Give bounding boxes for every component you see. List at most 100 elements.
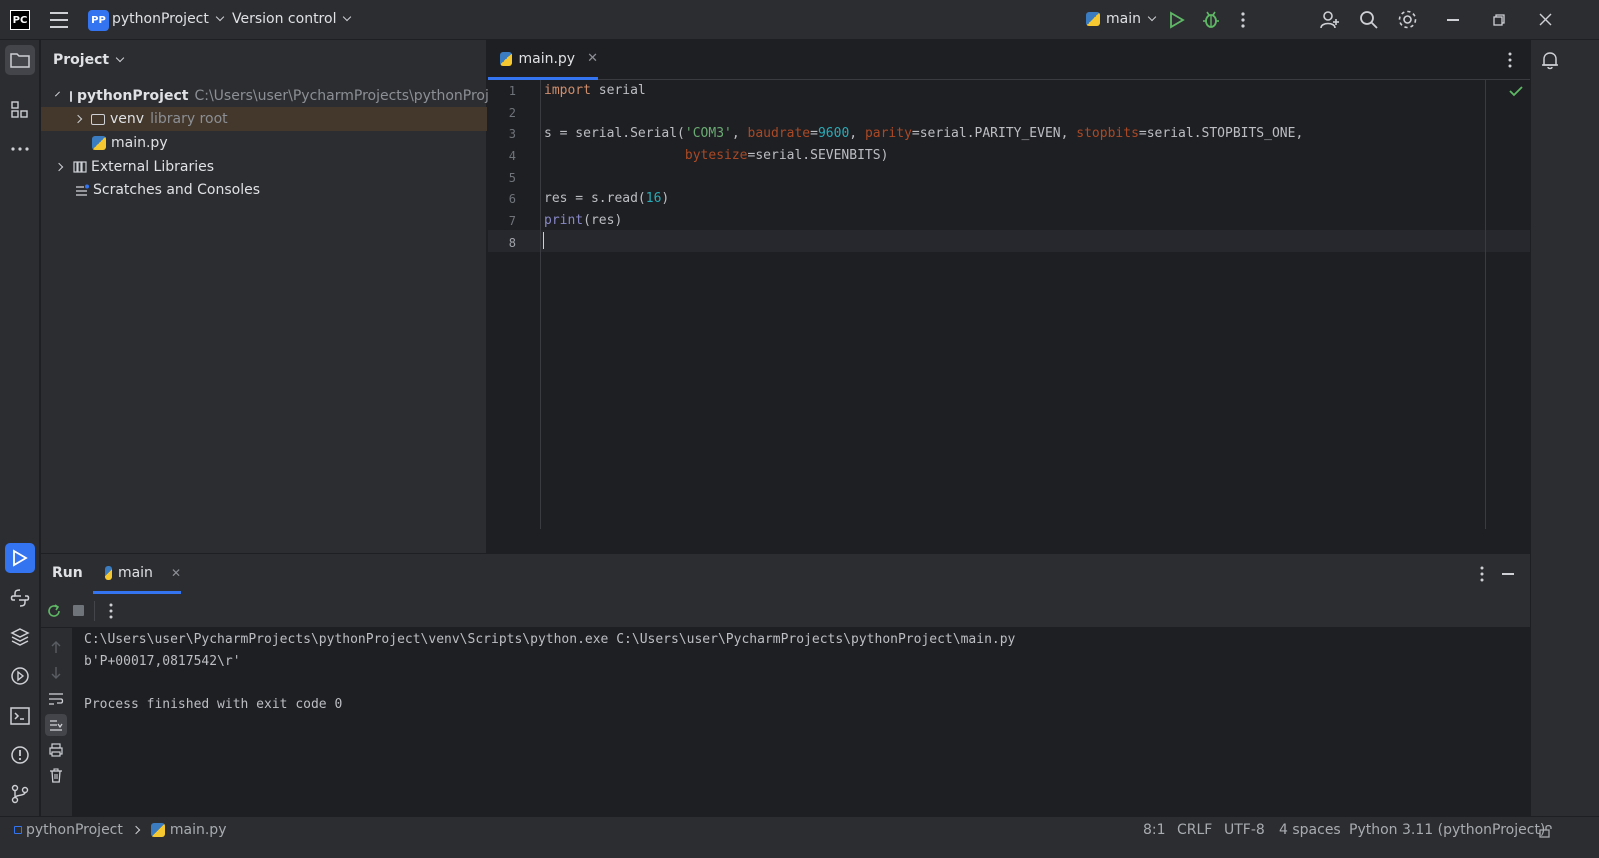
tab-label: main.py	[518, 50, 576, 67]
gear-icon[interactable]	[1397, 9, 1418, 30]
line-number: 1	[508, 84, 516, 98]
chevron-right-icon	[73, 114, 83, 124]
python-icon	[1086, 12, 1100, 26]
run-more-icon[interactable]	[1479, 566, 1485, 582]
caret-position[interactable]: 8:1	[1143, 822, 1166, 838]
text-cursor	[543, 232, 544, 249]
terminal-button[interactable]	[5, 701, 35, 731]
run-config-selector[interactable]: main	[1086, 11, 1157, 27]
left-tool-strip	[0, 40, 40, 816]
notifications-bell-icon[interactable]	[1540, 50, 1560, 70]
file-encoding[interactable]: UTF-8	[1224, 822, 1265, 838]
add-user-icon[interactable]	[1320, 10, 1340, 30]
chevron-down-icon	[343, 12, 352, 22]
python-file-icon	[500, 51, 513, 66]
run-button[interactable]	[1169, 11, 1185, 29]
console-line: b'P+00017,0817542\r'	[84, 654, 241, 669]
project-tool-button[interactable]	[5, 45, 35, 75]
project-badge: PP	[88, 10, 109, 31]
stop-icon[interactable]	[73, 605, 84, 616]
editor-more-icon[interactable]	[1507, 52, 1513, 68]
tree-item-external-libraries[interactable]: External Libraries	[41, 155, 487, 179]
line-number: 2	[508, 106, 516, 120]
tree-item-main-py[interactable]: main.py	[41, 131, 487, 155]
line-number: 7	[508, 214, 516, 228]
restore-icon[interactable]	[1493, 14, 1505, 26]
more-actions-icon[interactable]	[1240, 12, 1246, 28]
git-button[interactable]	[5, 779, 35, 809]
status-bar: pythonProject main.py 8:1 CRLF UTF-8 4 s…	[0, 816, 1599, 858]
tab-run-main[interactable]: main ✕	[93, 554, 181, 594]
vcs-label: Version control	[232, 11, 337, 27]
line-number-gutter: 1 2 3 4 5 6 7 8	[488, 80, 541, 529]
layers-icon	[10, 628, 30, 646]
tree-item-label: main.py	[111, 135, 168, 151]
problems-icon	[11, 746, 29, 764]
minimize-icon[interactable]	[1447, 19, 1459, 21]
tree-item-pythonproject[interactable]: pythonProject C:\Users\user\PycharmProje…	[41, 84, 511, 108]
tree-item-scratches[interactable]: Scratches and Consoles	[41, 178, 487, 202]
main-menu-icon[interactable]	[50, 12, 68, 28]
breadcrumb-project[interactable]: pythonProject	[26, 822, 123, 838]
tab-main-py[interactable]: main.py ✕	[488, 40, 598, 80]
search-icon[interactable]	[1359, 10, 1379, 30]
breadcrumb-file[interactable]: main.py	[170, 822, 227, 838]
code-line-3: s = serial.Serial('COM3', baudrate=9600,…	[544, 126, 1304, 141]
more-tools-icon[interactable]	[5, 134, 35, 164]
right-margin-guide	[1485, 80, 1486, 529]
project-selector[interactable]: pythonProject	[112, 11, 225, 27]
run-panel: Run main ✕ C:\Users\user\PycharmProjects…	[41, 553, 1530, 817]
trash-icon[interactable]	[49, 768, 63, 783]
interpreter[interactable]: Python 3.11 (pythonProject)	[1349, 822, 1545, 838]
run-toolbar-more-icon[interactable]	[108, 603, 114, 619]
vcs-selector[interactable]: Version control	[232, 11, 352, 27]
python-file-icon	[150, 823, 165, 837]
tree-item-label: Scratches and Consoles	[93, 182, 260, 198]
debug-button[interactable]	[1202, 10, 1220, 30]
python-console-icon	[10, 589, 30, 607]
console-output[interactable]: C:\Users\user\PycharmProjects\pythonProj…	[72, 628, 1530, 817]
problems-button[interactable]	[5, 740, 35, 770]
git-branch-icon	[11, 784, 29, 804]
right-tool-strip	[1530, 40, 1599, 816]
editor-tab-bar: main.py ✕	[488, 40, 1530, 80]
indent-setting[interactable]: 4 spaces	[1279, 822, 1341, 838]
project-name: pythonProject	[112, 11, 209, 27]
project-panel-title: Project	[53, 52, 110, 68]
tree-item-hint: library root	[150, 111, 228, 127]
scroll-to-end-icon	[50, 720, 63, 731]
services-button[interactable]	[5, 661, 35, 691]
python-console-button[interactable]	[5, 583, 35, 613]
chevron-down-icon	[55, 91, 60, 97]
terminal-icon	[10, 707, 30, 725]
library-icon	[73, 161, 87, 173]
console-line: C:\Users\user\PycharmProjects\pythonProj…	[84, 632, 1016, 647]
rerun-icon[interactable]	[46, 603, 62, 619]
run-panel-title: Run	[52, 565, 83, 581]
inspection-ok-icon[interactable]	[1509, 85, 1523, 97]
services-icon	[11, 667, 29, 685]
scroll-to-end-button[interactable]	[45, 714, 67, 736]
scroll-up-icon[interactable]	[50, 640, 62, 654]
close-tab-icon[interactable]: ✕	[587, 51, 598, 66]
folder-icon	[70, 90, 72, 102]
chevron-down-icon	[215, 12, 225, 22]
close-icon[interactable]	[1539, 13, 1552, 26]
line-ending[interactable]: CRLF	[1177, 822, 1212, 838]
code-line-4: bytesize=serial.SEVENBITS)	[684, 148, 889, 163]
run-tool-button[interactable]	[5, 543, 35, 573]
scroll-down-icon[interactable]	[50, 666, 62, 680]
structure-tool-button[interactable]	[5, 95, 35, 125]
lock-icon[interactable]	[1539, 824, 1553, 838]
soft-wrap-icon[interactable]	[48, 692, 64, 706]
print-icon[interactable]	[49, 743, 63, 757]
tree-item-label: venv	[110, 111, 145, 127]
tree-item-label: pythonProject	[77, 88, 189, 104]
project-panel-header[interactable]: Project	[53, 52, 125, 68]
close-tab-icon[interactable]: ✕	[171, 566, 181, 580]
tree-item-path: C:\Users\user\PycharmProjects\pythonProj…	[194, 88, 511, 104]
console-line: Process finished with exit code 0	[84, 697, 343, 712]
tree-item-venv[interactable]: venv library root	[41, 107, 487, 131]
python-packages-button[interactable]	[5, 622, 35, 652]
hide-panel-icon[interactable]	[1502, 573, 1514, 575]
